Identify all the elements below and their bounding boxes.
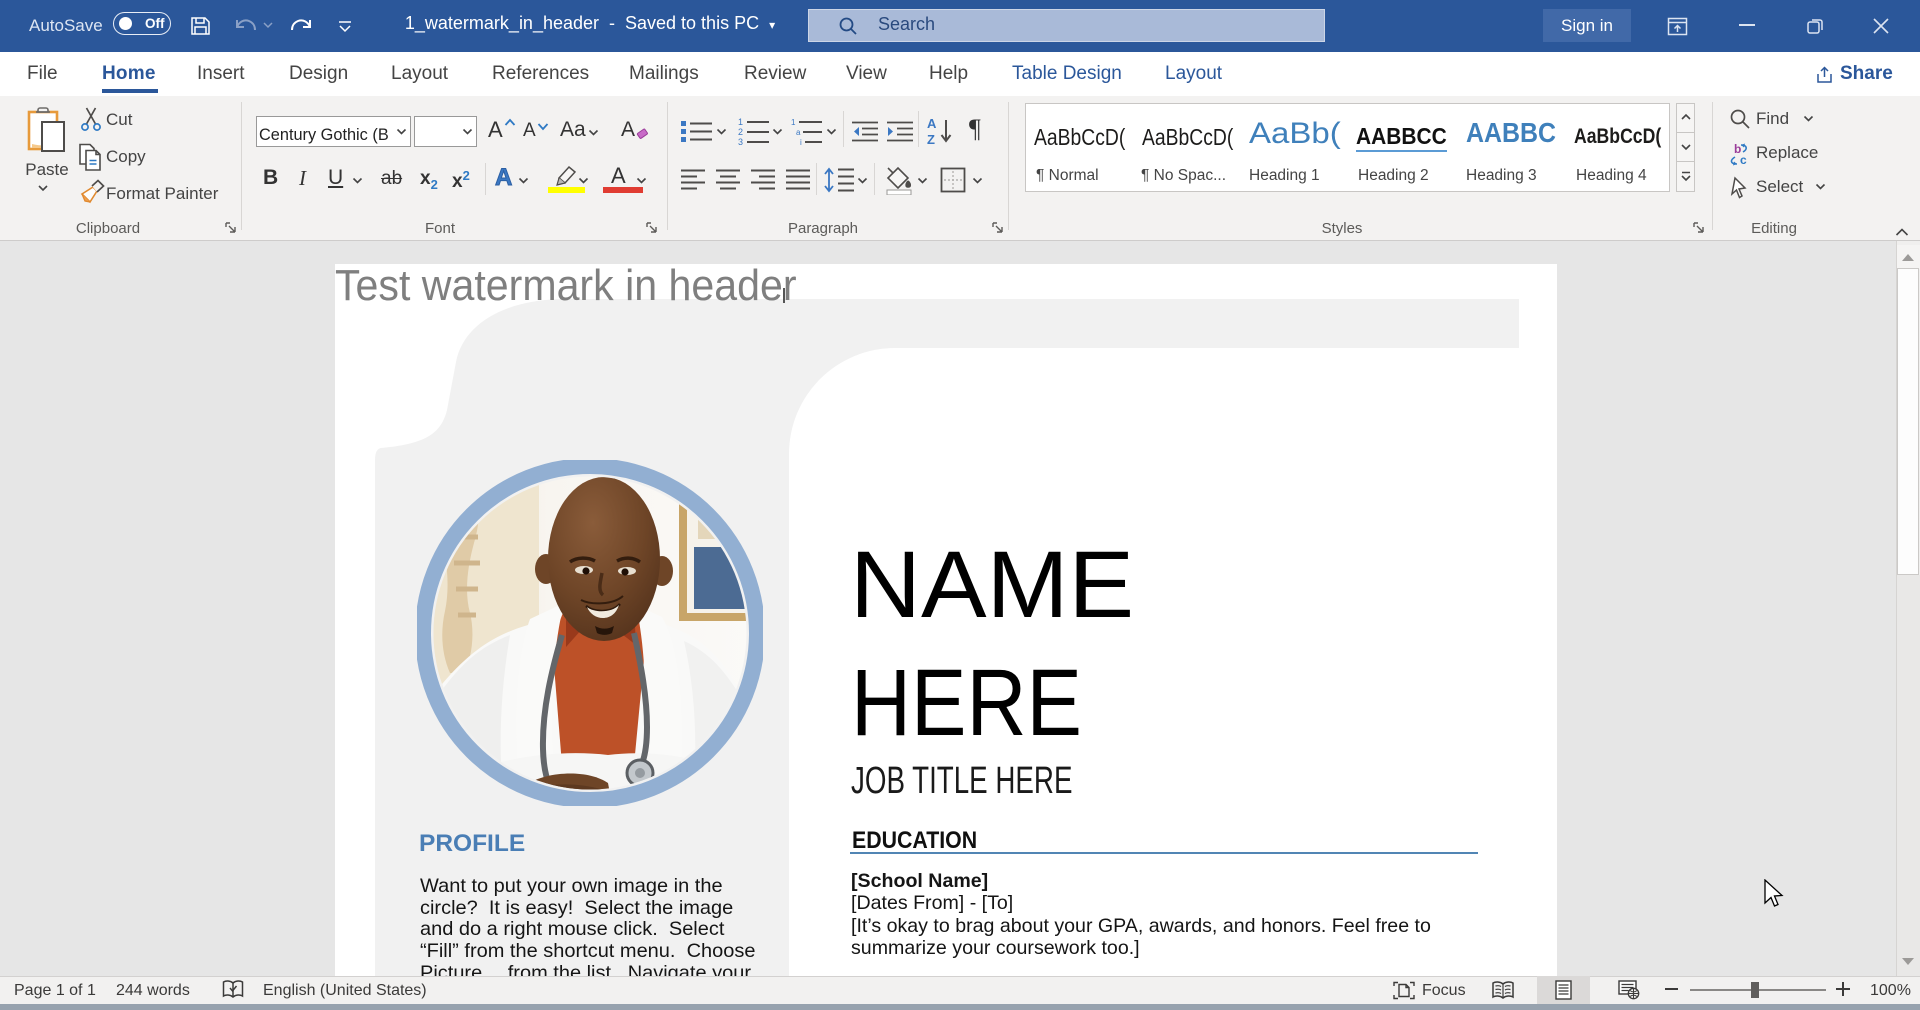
svg-text:1: 1	[738, 117, 743, 127]
svg-text:3: 3	[738, 137, 743, 146]
svg-text:c: c	[1740, 153, 1747, 167]
svg-text:1: 1	[791, 118, 796, 127]
svg-text:Z: Z	[927, 132, 935, 146]
svg-text:a: a	[796, 128, 801, 137]
svg-text:2: 2	[738, 127, 743, 137]
svg-text:A: A	[927, 117, 937, 131]
svg-text:i: i	[800, 138, 802, 146]
